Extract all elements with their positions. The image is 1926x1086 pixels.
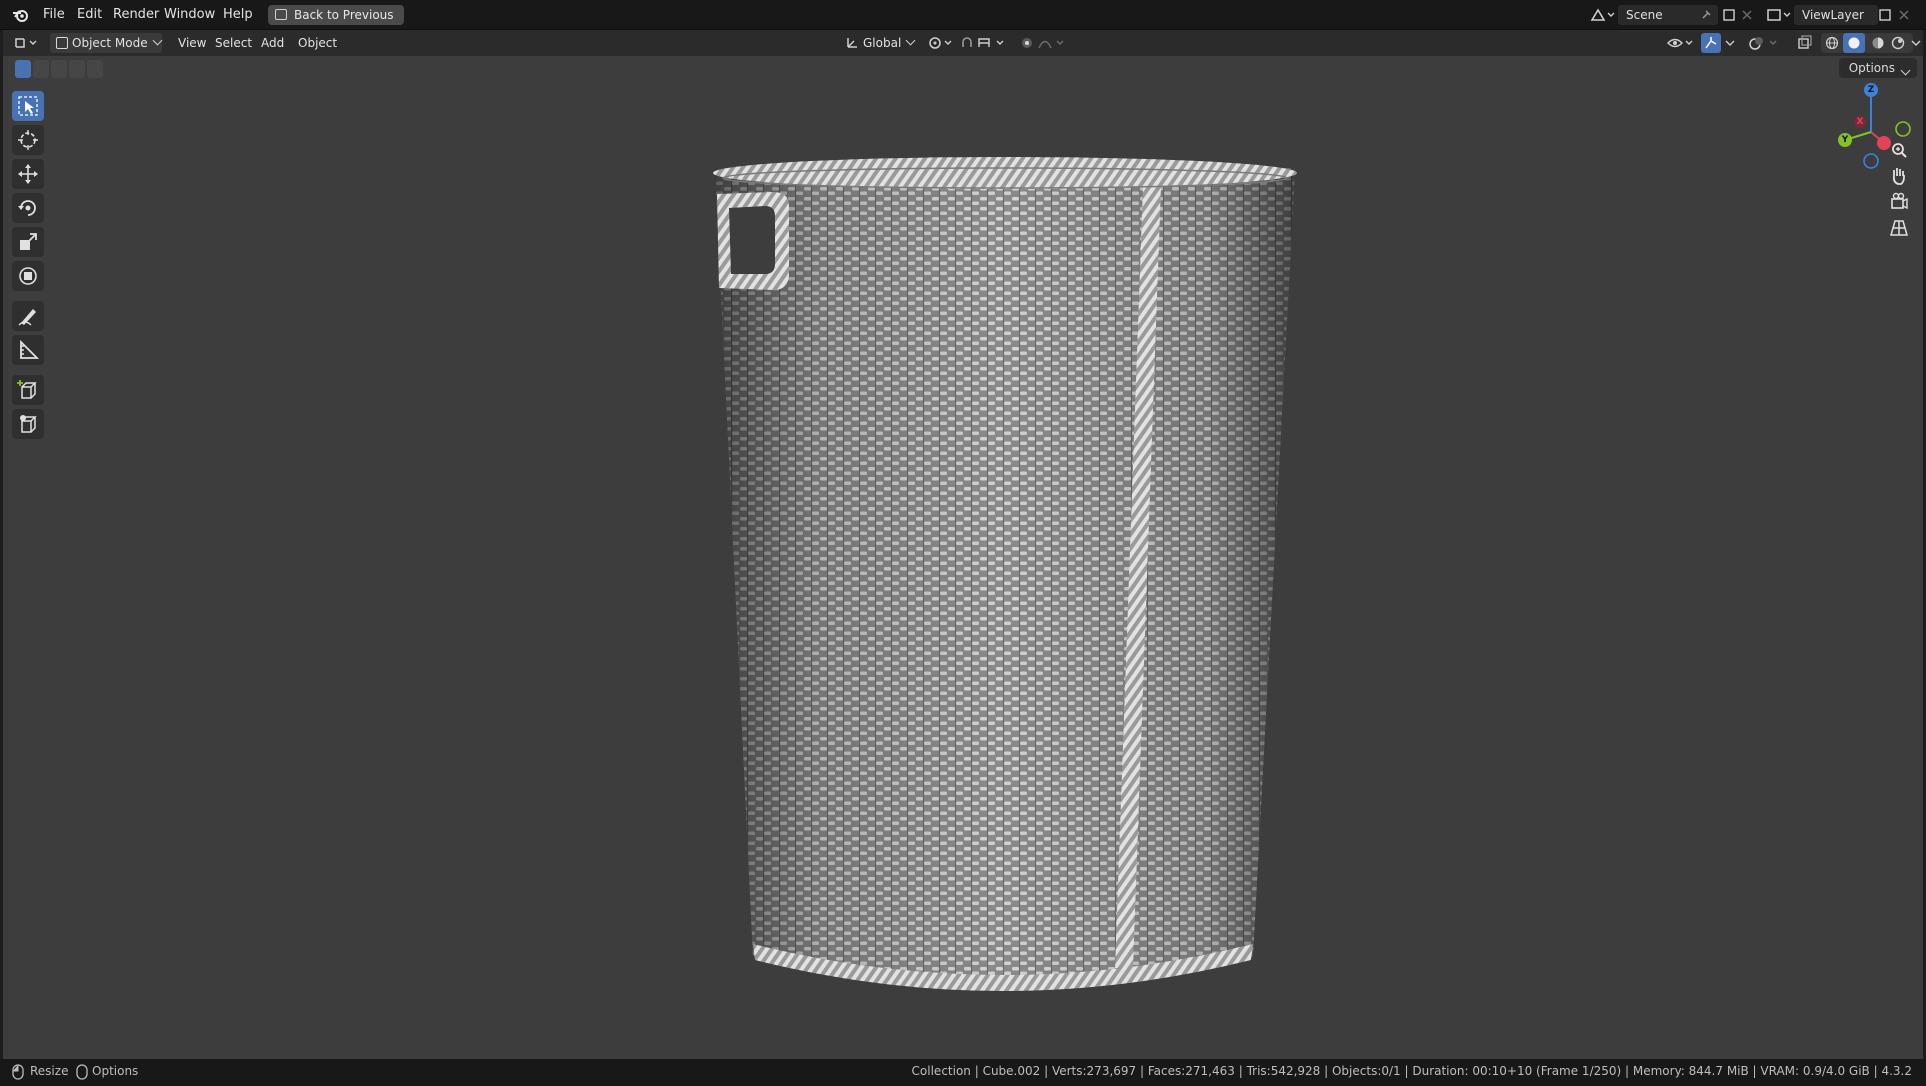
gizmo-icon [1705, 37, 1717, 49]
material-shading-icon[interactable] [1871, 36, 1885, 50]
measure-icon [20, 339, 39, 359]
solid-shading-button[interactable] [1843, 33, 1865, 53]
transform-icon [19, 267, 37, 285]
select-intersect-button[interactable] [87, 60, 103, 78]
object-mode-dropdown[interactable]: Object Mode [50, 33, 163, 53]
shading-dropdown-icon[interactable] [1911, 39, 1921, 47]
rendered-shading-icon[interactable] [1891, 36, 1905, 50]
pan-hand-icon [1892, 168, 1905, 185]
tool-add-cube[interactable] [12, 375, 44, 405]
back-to-previous-button[interactable]: Back to Previous [268, 5, 404, 25]
transform-orientation-dropdown[interactable]: Global [841, 33, 919, 53]
menu-add[interactable]: Add [255, 30, 290, 56]
select-box-icon [18, 96, 38, 116]
grid-icon [1890, 220, 1908, 236]
annotate-icon [18, 309, 36, 326]
view-layer-selector-icon[interactable] [1766, 7, 1792, 23]
status-resize: Resize [30, 1064, 69, 1078]
select-invert-button[interactable] [69, 60, 85, 78]
scene-selector-icon[interactable] [1590, 7, 1616, 23]
scene-name: Scene [1626, 8, 1663, 22]
add-cube-icon [17, 380, 37, 399]
menu-file[interactable]: File [37, 0, 71, 30]
tool-cursor[interactable] [12, 125, 44, 155]
top-bar: File Edit Render Window Help Back to Pre… [0, 0, 1926, 30]
pin-scene-icon[interactable] [1700, 9, 1712, 21]
transform-orientation-icon [847, 38, 857, 48]
view-layer-field[interactable]: ViewLayer [1794, 5, 1878, 25]
viewport-header: Object Mode View Select Add Object Globa… [3, 30, 1923, 56]
viewport[interactable]: Z X Y Options [3, 56, 1923, 1059]
pan-button[interactable] [1887, 164, 1911, 188]
zoom-icon [1892, 143, 1907, 158]
gizmo-y-label: Y [1841, 135, 1849, 145]
editor-type-icon[interactable] [13, 35, 41, 51]
camera-icon [1891, 192, 1908, 210]
view-layer-name: ViewLayer [1802, 8, 1864, 22]
menu-edit[interactable]: Edit [71, 0, 108, 30]
tool-measure[interactable] [12, 335, 44, 365]
status-bar: Resize Options Collection | Cube.002 | V… [0, 1059, 1926, 1086]
perspective-toggle-button[interactable] [1887, 216, 1911, 240]
delete-scene-icon[interactable] [1741, 9, 1753, 21]
status-options: Options [92, 1064, 139, 1078]
select-new-button[interactable] [15, 60, 31, 78]
tool-select-box[interactable] [12, 91, 44, 121]
back-icon [275, 9, 287, 20]
gizmo-toggle[interactable] [1701, 33, 1721, 53]
options-dropdown[interactable]: Options [1838, 58, 1917, 78]
back-to-previous-label: Back to Previous [294, 8, 394, 22]
zoom-button[interactable] [1887, 138, 1911, 162]
tool-scale[interactable] [12, 227, 44, 257]
tool-rotate[interactable] [12, 193, 44, 223]
proportional-icon[interactable] [1019, 35, 1071, 51]
transform-orientation-label: Global [863, 36, 902, 50]
scale-icon [20, 233, 37, 250]
menu-select[interactable]: Select [209, 30, 258, 56]
mouse-right-icon [76, 1064, 88, 1080]
wireframe-shading-icon[interactable] [1825, 36, 1839, 50]
viewport-canvas [713, 83, 1911, 991]
menu-window[interactable]: Window [158, 0, 221, 30]
tool-annotate[interactable] [12, 301, 44, 331]
pivot-icon[interactable] [927, 35, 955, 51]
cursor-icon [18, 130, 38, 150]
tool-move[interactable] [12, 159, 44, 189]
camera-view-button[interactable] [1887, 190, 1911, 214]
blender-logo-icon[interactable] [12, 7, 30, 23]
object-mode-label: Object Mode [72, 36, 148, 50]
menu-help[interactable]: Help [217, 0, 259, 30]
gizmo-dropdown-icon[interactable] [1725, 39, 1735, 47]
select-mode-buttons [11, 60, 111, 78]
snap-icon[interactable] [959, 35, 1011, 51]
wicker-basket[interactable] [713, 157, 1297, 991]
gizmo-x-label: X [1856, 117, 1864, 127]
menu-render[interactable]: Render [107, 0, 165, 30]
shading-group [1821, 33, 1913, 53]
new-scene-icon[interactable] [1722, 8, 1736, 22]
new-view-layer-icon[interactable] [1878, 8, 1892, 22]
delete-view-layer-icon[interactable] [1898, 9, 1910, 21]
menu-view[interactable]: View [172, 30, 212, 56]
options-label: Options [1848, 61, 1895, 75]
mouse-left-icon [12, 1064, 24, 1080]
object-mode-icon [56, 37, 68, 49]
rotate-icon [18, 200, 36, 216]
select-extend-button[interactable] [33, 60, 49, 78]
xray-icon[interactable] [1797, 35, 1813, 51]
status-info: Collection | Cube.002 | Verts:273,697 | … [911, 1064, 1912, 1078]
menu-object[interactable]: Object [292, 30, 343, 56]
tool-extra[interactable] [12, 409, 44, 439]
overlay-icon[interactable] [1748, 35, 1780, 51]
add-object-icon [20, 415, 37, 433]
move-icon [18, 164, 38, 184]
tool-transform[interactable] [12, 261, 44, 291]
visibility-icon[interactable] [1666, 35, 1696, 51]
gizmo-z-label: Z [1867, 85, 1875, 95]
select-subtract-button[interactable] [51, 60, 67, 78]
solid-shading-icon [1848, 37, 1860, 49]
